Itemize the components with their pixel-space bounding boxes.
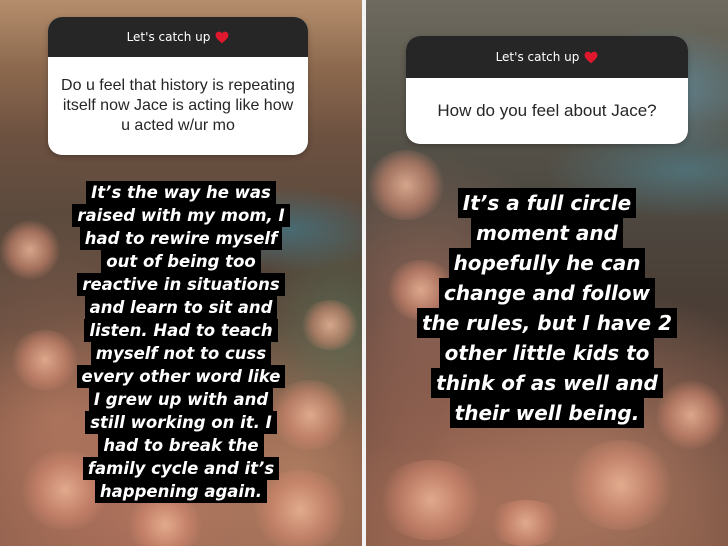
answer-line: I grew up with and: [88, 388, 274, 411]
answer-line: the rules, but I have 2: [416, 308, 677, 338]
answer-text: It’s a full circle moment and hopefully …: [382, 188, 712, 428]
answer-line: and learn to sit and: [84, 296, 278, 319]
answer-line: family cycle and it’s: [82, 457, 280, 480]
question-sticker-header: Let's catch up: [48, 17, 308, 57]
answer-line: their well being.: [449, 398, 645, 428]
answer-line: It’s a full circle: [457, 188, 637, 218]
story-panel-right: Let's catch up How do you feel about Jac…: [366, 0, 728, 546]
answer-line: happening again.: [94, 480, 268, 503]
answer-line: hopefully he can: [448, 248, 646, 278]
answer-line: It’s the way he was: [86, 181, 276, 204]
answer-text: It’s the way he was raised with my mom, …: [40, 181, 322, 503]
heart-icon: [215, 31, 229, 43]
question-sticker-title: Let's catch up: [126, 30, 211, 44]
question-text: How do you feel about Jace?: [437, 101, 657, 120]
answer-line: raised with my mom, I: [72, 204, 290, 227]
answer-line: change and follow: [438, 278, 656, 308]
answer-line: listen. Had to teach: [84, 319, 278, 342]
answer-line: had to break the: [98, 434, 264, 457]
heart-icon: [584, 51, 598, 63]
question-sticker-header: Let's catch up: [406, 36, 688, 78]
answer-line: every other word like: [76, 365, 286, 388]
question-sticker: Let's catch up Do u feel that history is…: [48, 17, 308, 155]
answer-line: still working on it. I: [85, 411, 277, 434]
answer-line: out of being too: [101, 250, 261, 273]
question-sticker: Let's catch up How do you feel about Jac…: [406, 36, 688, 144]
story-panel-left: Let's catch up Do u feel that history is…: [0, 0, 362, 546]
question-text: Do u feel that history is repeating itse…: [61, 77, 295, 134]
answer-line: myself not to cuss: [90, 342, 272, 365]
answer-line: reactive in situations: [77, 273, 285, 296]
question-sticker-title: Let's catch up: [495, 50, 580, 64]
answer-line: moment and: [471, 218, 623, 248]
answer-line: think of as well and: [431, 368, 663, 398]
answer-line: had to rewire myself: [79, 227, 283, 250]
answer-line: other little kids to: [439, 338, 655, 368]
